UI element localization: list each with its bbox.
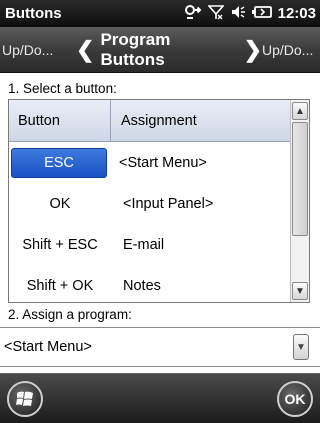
- speaker-icon[interactable]: [230, 4, 246, 23]
- select-button-label: 1. Select a button:: [8, 81, 117, 96]
- sync-icon[interactable]: [184, 4, 202, 23]
- bottom-bar: OK: [0, 373, 320, 423]
- nav-next-label[interactable]: Up/Do...: [262, 42, 320, 58]
- list-scrollbar[interactable]: ▲ ▼: [290, 100, 309, 302]
- row-assignment-cell: Notes: [123, 277, 161, 294]
- app-title: Buttons: [5, 5, 62, 22]
- start-button[interactable]: [7, 381, 43, 417]
- title-bar: Buttons 12:03: [0, 0, 320, 27]
- signal-off-icon[interactable]: [206, 4, 225, 23]
- row-button-cell: OK: [49, 195, 71, 212]
- windows-logo-icon: [16, 391, 33, 406]
- ok-button[interactable]: OK: [277, 381, 313, 417]
- list-item[interactable]: ESC <Start Menu>: [9, 142, 291, 183]
- navigation-bar: Up/Do... ❮ Program Buttons ❯ Up/Do...: [0, 27, 320, 73]
- clock[interactable]: 12:03: [278, 6, 316, 21]
- nav-previous-label[interactable]: Up/Do...: [0, 42, 76, 58]
- row-assignment-cell: <Input Panel>: [123, 195, 214, 212]
- button-assignment-list[interactable]: Button Assignment ESC <Start Menu> OK <I…: [8, 99, 310, 303]
- chevron-right-icon[interactable]: ❯: [244, 38, 262, 61]
- row-assignment-cell: <Start Menu>: [119, 154, 207, 171]
- program-select-value[interactable]: <Start Menu>: [0, 339, 293, 355]
- scroll-down-icon[interactable]: ▼: [292, 282, 308, 300]
- page-title: Program Buttons: [100, 29, 171, 69]
- dropdown-arrow-icon[interactable]: ▼: [293, 334, 309, 360]
- program-select[interactable]: <Start Menu> ▼: [0, 327, 320, 367]
- scroll-up-icon[interactable]: ▲: [292, 102, 308, 120]
- row-button-cell: ESC: [11, 147, 107, 178]
- battery-icon[interactable]: [251, 5, 272, 22]
- list-rows: ESC <Start Menu> OK <Input Panel> Shift …: [9, 142, 291, 302]
- chevron-left-icon[interactable]: ❮: [76, 38, 94, 61]
- scrollbar-thumb[interactable]: [292, 122, 308, 236]
- row-button-cell: Shift + OK: [26, 277, 94, 294]
- column-header-button[interactable]: Button: [9, 100, 111, 141]
- list-item[interactable]: OK <Input Panel>: [9, 183, 291, 224]
- assign-program-label: 2. Assign a program:: [8, 307, 132, 322]
- status-icons: 12:03: [184, 4, 320, 23]
- column-header-assignment[interactable]: Assignment: [111, 113, 197, 129]
- row-button-cell: Shift + ESC: [22, 236, 98, 253]
- row-assignment-cell: E-mail: [123, 236, 165, 253]
- list-header: Button Assignment: [9, 100, 291, 142]
- list-item[interactable]: Shift + OK Notes: [9, 265, 291, 302]
- list-item[interactable]: Shift + ESC E-mail: [9, 224, 291, 265]
- nav-center: ❮ Program Buttons ❯: [76, 30, 262, 70]
